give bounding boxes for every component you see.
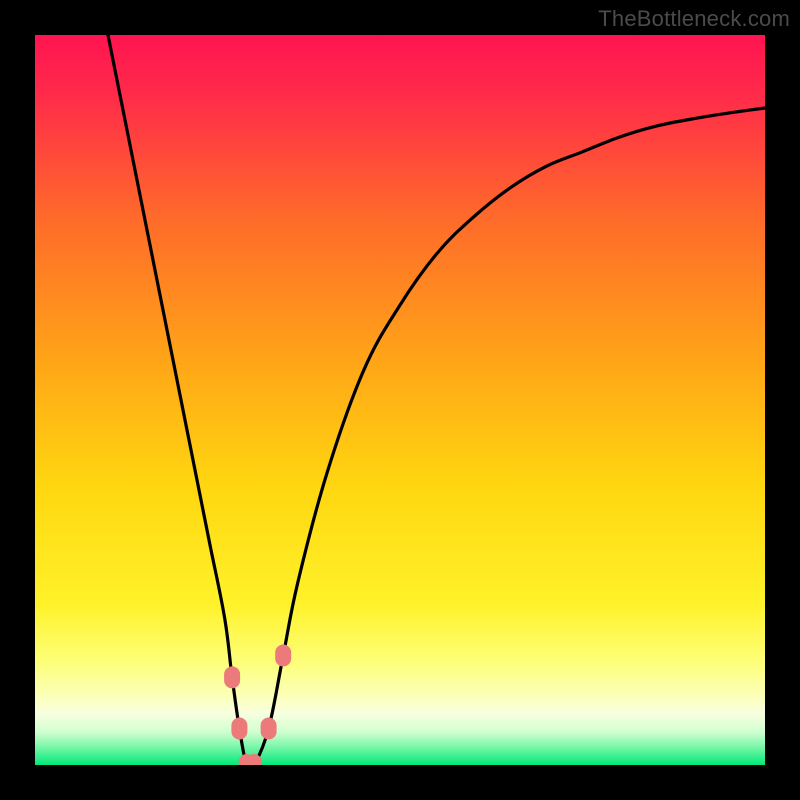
watermark-text: TheBottleneck.com	[598, 6, 790, 32]
bottleneck-plot	[35, 35, 765, 765]
chart-frame: TheBottleneck.com	[0, 0, 800, 800]
marker-dot	[224, 666, 240, 688]
marker-dot	[231, 718, 247, 740]
gradient-background	[35, 35, 765, 765]
marker-dot	[261, 718, 277, 740]
marker-dot	[275, 645, 291, 667]
